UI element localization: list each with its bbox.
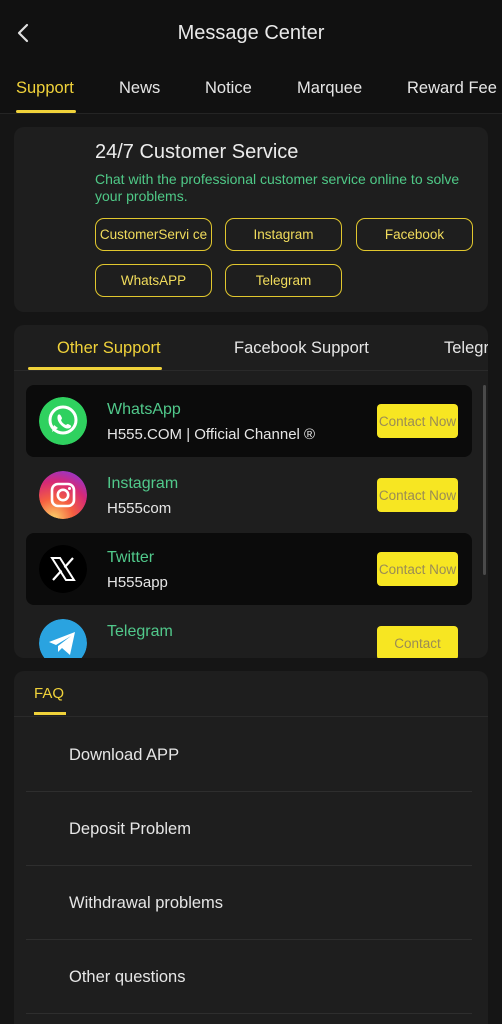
other-support-card: Other Support Facebook Support Telegr Wh… <box>14 325 488 658</box>
contact-now-button[interactable]: Contact Now <box>377 478 458 512</box>
support-tab-indicator <box>28 367 162 370</box>
customer-service-title: 24/7 Customer Service <box>95 141 299 163</box>
header: Message Center <box>0 0 502 66</box>
active-tab-indicator <box>16 110 76 113</box>
faq-item-label: Withdrawal problems <box>69 894 224 912</box>
contact-row-instagram: Instagram H555com Contact Now <box>26 459 472 531</box>
faq-card: FAQ Download APP Deposit Problem Withdra… <box>14 671 488 1024</box>
contact-now-button[interactable]: Contact <box>377 626 458 658</box>
contact-handle: H555.COM | Official Channel ® <box>107 426 316 443</box>
whatsapp-icon <box>39 397 87 445</box>
customer-service-description: Chat with the professional customer serv… <box>95 171 460 204</box>
contact-name: Twitter <box>107 549 155 566</box>
customer-service-card: 24/7 Customer Service Chat with the prof… <box>14 127 488 312</box>
contact-row-telegram: Telegram Contact <box>26 607 472 658</box>
faq-item[interactable]: Other questions <box>26 940 472 1014</box>
page-title: Message Center <box>177 22 325 44</box>
telegram-icon <box>39 619 87 658</box>
faq-item-label: Other questions <box>69 968 186 986</box>
faq-item[interactable]: Withdrawal problems <box>26 866 472 940</box>
support-tabs: Other Support Facebook Support Telegr <box>14 325 488 371</box>
scrollbar[interactable] <box>483 385 486 575</box>
contact-handle: H555com <box>107 500 172 517</box>
top-tabs: Support News Notice Marquee Reward Fee <box>0 66 502 114</box>
chip-customer-service[interactable]: CustomerServi ce <box>95 218 212 251</box>
x-icon <box>39 545 87 593</box>
contact-handle: H555app <box>107 574 168 591</box>
faq-item-label: Deposit Problem <box>69 820 191 838</box>
tab-other-support[interactable]: Other Support <box>57 339 161 358</box>
chip-whatsapp[interactable]: WhatsAPP <box>95 264 212 297</box>
contact-name: Telegram <box>107 623 173 640</box>
faq-item[interactable]: Download APP <box>26 718 472 792</box>
contact-row-twitter: Twitter H555app Contact Now <box>26 533 472 605</box>
contact-name: Instagram <box>107 475 179 492</box>
tab-facebook-support[interactable]: Facebook Support <box>234 339 369 358</box>
tab-support[interactable]: Support <box>16 79 74 98</box>
contact-now-button[interactable]: Contact Now <box>377 404 458 438</box>
faq-item-label: Download APP <box>69 746 180 764</box>
faq-title: FAQ <box>34 685 65 702</box>
tab-news[interactable]: News <box>119 79 160 98</box>
tab-telegram-support[interactable]: Telegr <box>444 339 488 358</box>
tab-marquee[interactable]: Marquee <box>297 79 362 98</box>
faq-tab-indicator <box>34 712 66 715</box>
chip-instagram[interactable]: Instagram <box>225 218 342 251</box>
tab-notice[interactable]: Notice <box>205 79 252 98</box>
chip-facebook[interactable]: Facebook <box>356 218 473 251</box>
contact-now-button[interactable]: Contact Now <box>377 552 458 586</box>
contact-name: WhatsApp <box>107 401 181 418</box>
instagram-icon <box>39 471 87 519</box>
contact-row-whatsapp: WhatsApp H555.COM | Official Channel ® C… <box>26 385 472 457</box>
faq-item[interactable]: Deposit Problem <box>26 792 472 866</box>
tab-reward-fee[interactable]: Reward Fee <box>407 79 497 98</box>
divider <box>14 716 488 717</box>
chip-telegram[interactable]: Telegram <box>225 264 342 297</box>
